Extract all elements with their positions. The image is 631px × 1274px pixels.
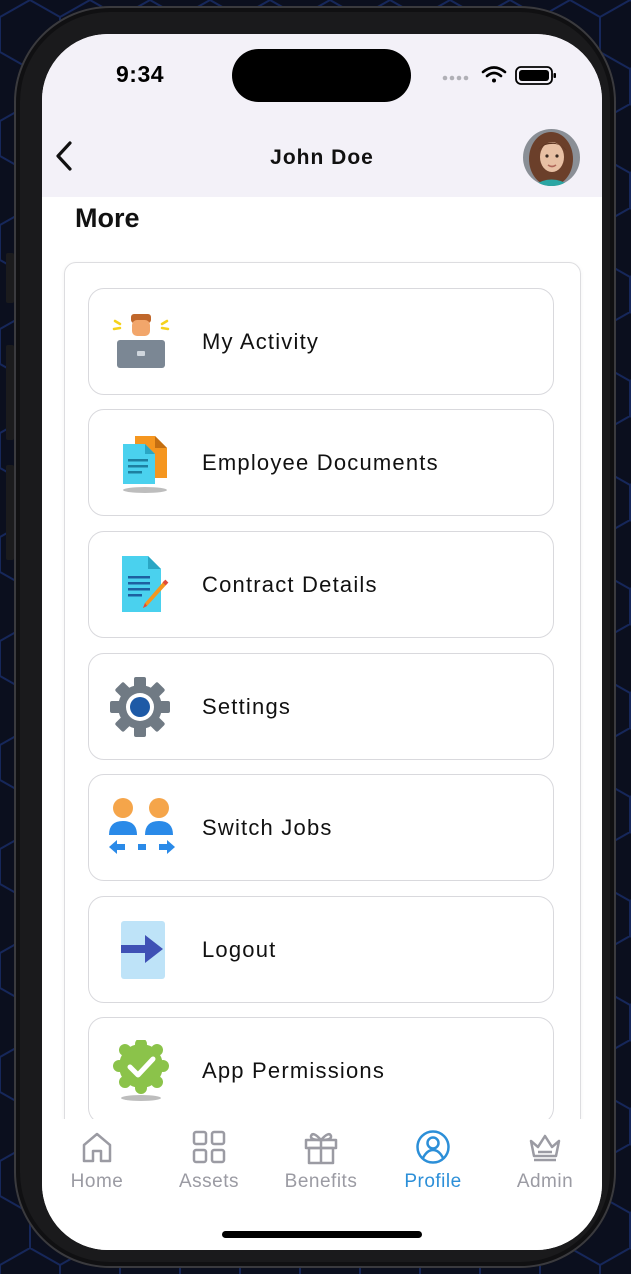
home-icon — [82, 1132, 112, 1163]
avatar[interactable] — [523, 129, 580, 186]
nav-label: Assets — [178, 1171, 240, 1192]
status-time: 9:34 — [116, 61, 165, 87]
dynamic-island — [232, 49, 411, 102]
menu-item-my-activity[interactable]: My Activity — [88, 288, 554, 395]
switch-jobs-icon — [107, 797, 177, 859]
badge-check-icon — [109, 1038, 171, 1102]
home-indicator[interactable] — [222, 1231, 422, 1238]
menu-item-label: Logout — [202, 937, 277, 962]
side-button — [6, 253, 14, 303]
menu-item-label: Contract Details — [202, 572, 378, 597]
page-title: John Doe — [270, 146, 374, 169]
gear-icon — [109, 676, 171, 738]
menu-item-employee-documents[interactable]: Employee Documents — [88, 409, 554, 516]
menu-item-label: App Permissions — [202, 1058, 386, 1083]
documents-icon — [109, 432, 171, 494]
menu-item-label: Settings — [202, 694, 292, 719]
menu-item-settings[interactable]: Settings — [88, 653, 554, 760]
chevron-left-icon — [56, 141, 72, 171]
nav-label: Benefits — [284, 1171, 358, 1192]
app-screen: 9:34 John Doe More My Activity Employee … — [42, 34, 602, 1250]
logout-icon — [109, 919, 171, 981]
menu-item-label: Employee Documents — [202, 450, 439, 475]
nav-item-benefits[interactable]: Benefits — [271, 1129, 371, 1199]
status-icons — [442, 64, 562, 93]
menu-item-app-permissions[interactable]: App Permissions — [88, 1017, 554, 1124]
wifi-icon — [481, 66, 507, 83]
gift-icon — [304, 1132, 338, 1165]
top-bar: 9:34 John Doe — [42, 34, 602, 197]
back-button[interactable] — [50, 138, 78, 174]
nav-label: Home — [70, 1171, 124, 1192]
user-circle-icon — [416, 1130, 450, 1164]
section-title: More — [75, 203, 140, 233]
nav-item-assets[interactable]: Assets — [159, 1129, 259, 1199]
menu-item-label: Switch Jobs — [202, 815, 333, 840]
cellular-signal-icon — [442, 75, 469, 81]
menu-item-switch-jobs[interactable]: Switch Jobs — [88, 774, 554, 881]
menu-item-logout[interactable]: Logout — [88, 896, 554, 1003]
nav-label: Admin — [516, 1171, 574, 1192]
grid-icon — [192, 1130, 226, 1164]
nav-item-admin[interactable]: Admin — [495, 1129, 595, 1199]
battery-icon — [515, 66, 556, 85]
side-button — [6, 345, 14, 440]
side-button — [6, 465, 14, 560]
activity-icon — [109, 311, 171, 373]
contract-icon — [109, 554, 171, 616]
nav-item-profile[interactable]: Profile — [383, 1129, 483, 1199]
nav-item-home[interactable]: Home — [47, 1129, 147, 1199]
nav-label: Profile — [404, 1171, 462, 1192]
menu-item-contract-details[interactable]: Contract Details — [88, 531, 554, 638]
menu-item-label: My Activity — [202, 329, 320, 354]
crown-icon — [529, 1134, 561, 1162]
